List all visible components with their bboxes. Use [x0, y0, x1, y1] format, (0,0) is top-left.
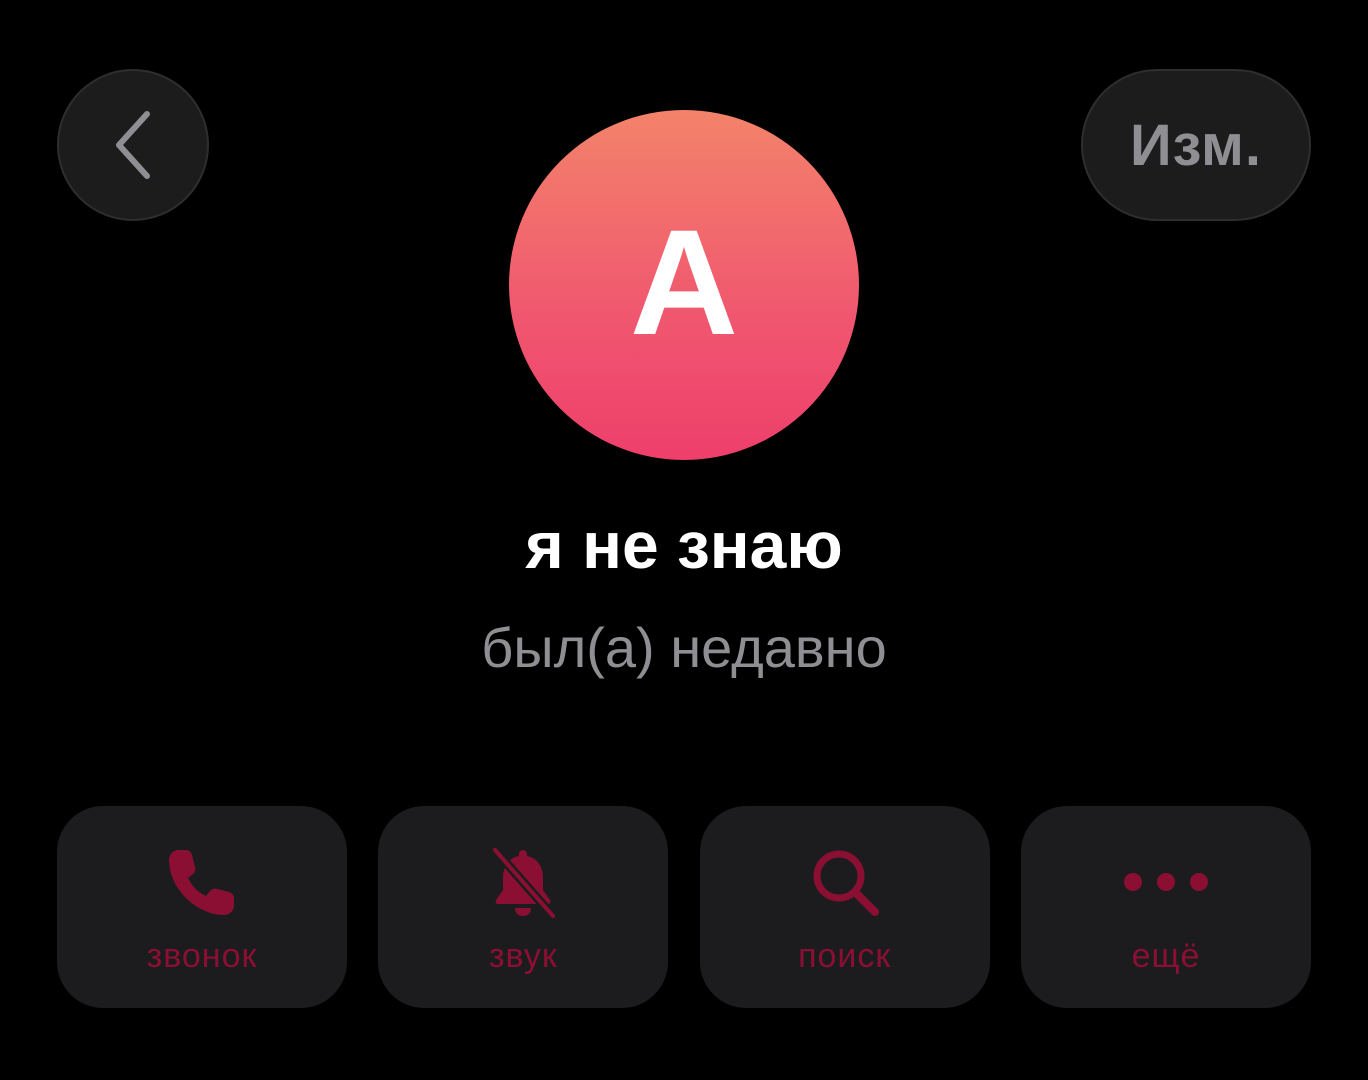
more-button[interactable]: ещё — [1020, 806, 1311, 1008]
avatar-letter: A — [629, 198, 739, 366]
more-label: ещё — [1131, 937, 1201, 975]
mute-label: звук — [488, 937, 558, 975]
more-icon — [1123, 873, 1208, 891]
chevron-left-icon — [116, 111, 150, 179]
back-button[interactable] — [57, 69, 209, 221]
action-bar: звонок звук поиск ещё — [57, 806, 1311, 1008]
call-label: звонок — [146, 937, 258, 975]
mute-button[interactable]: звук — [378, 806, 669, 1008]
edit-button[interactable]: Изм. — [1081, 69, 1311, 221]
bell-slash-icon — [491, 847, 557, 919]
search-label: поиск — [798, 937, 892, 975]
contact-name: я не знаю — [525, 508, 843, 582]
call-button[interactable]: звонок — [57, 806, 347, 1008]
search-icon — [813, 850, 879, 916]
search-button[interactable]: поиск — [699, 806, 990, 1008]
contact-status: был(а) недавно — [481, 616, 887, 679]
avatar: A — [509, 110, 859, 460]
phone-icon — [169, 850, 234, 915]
